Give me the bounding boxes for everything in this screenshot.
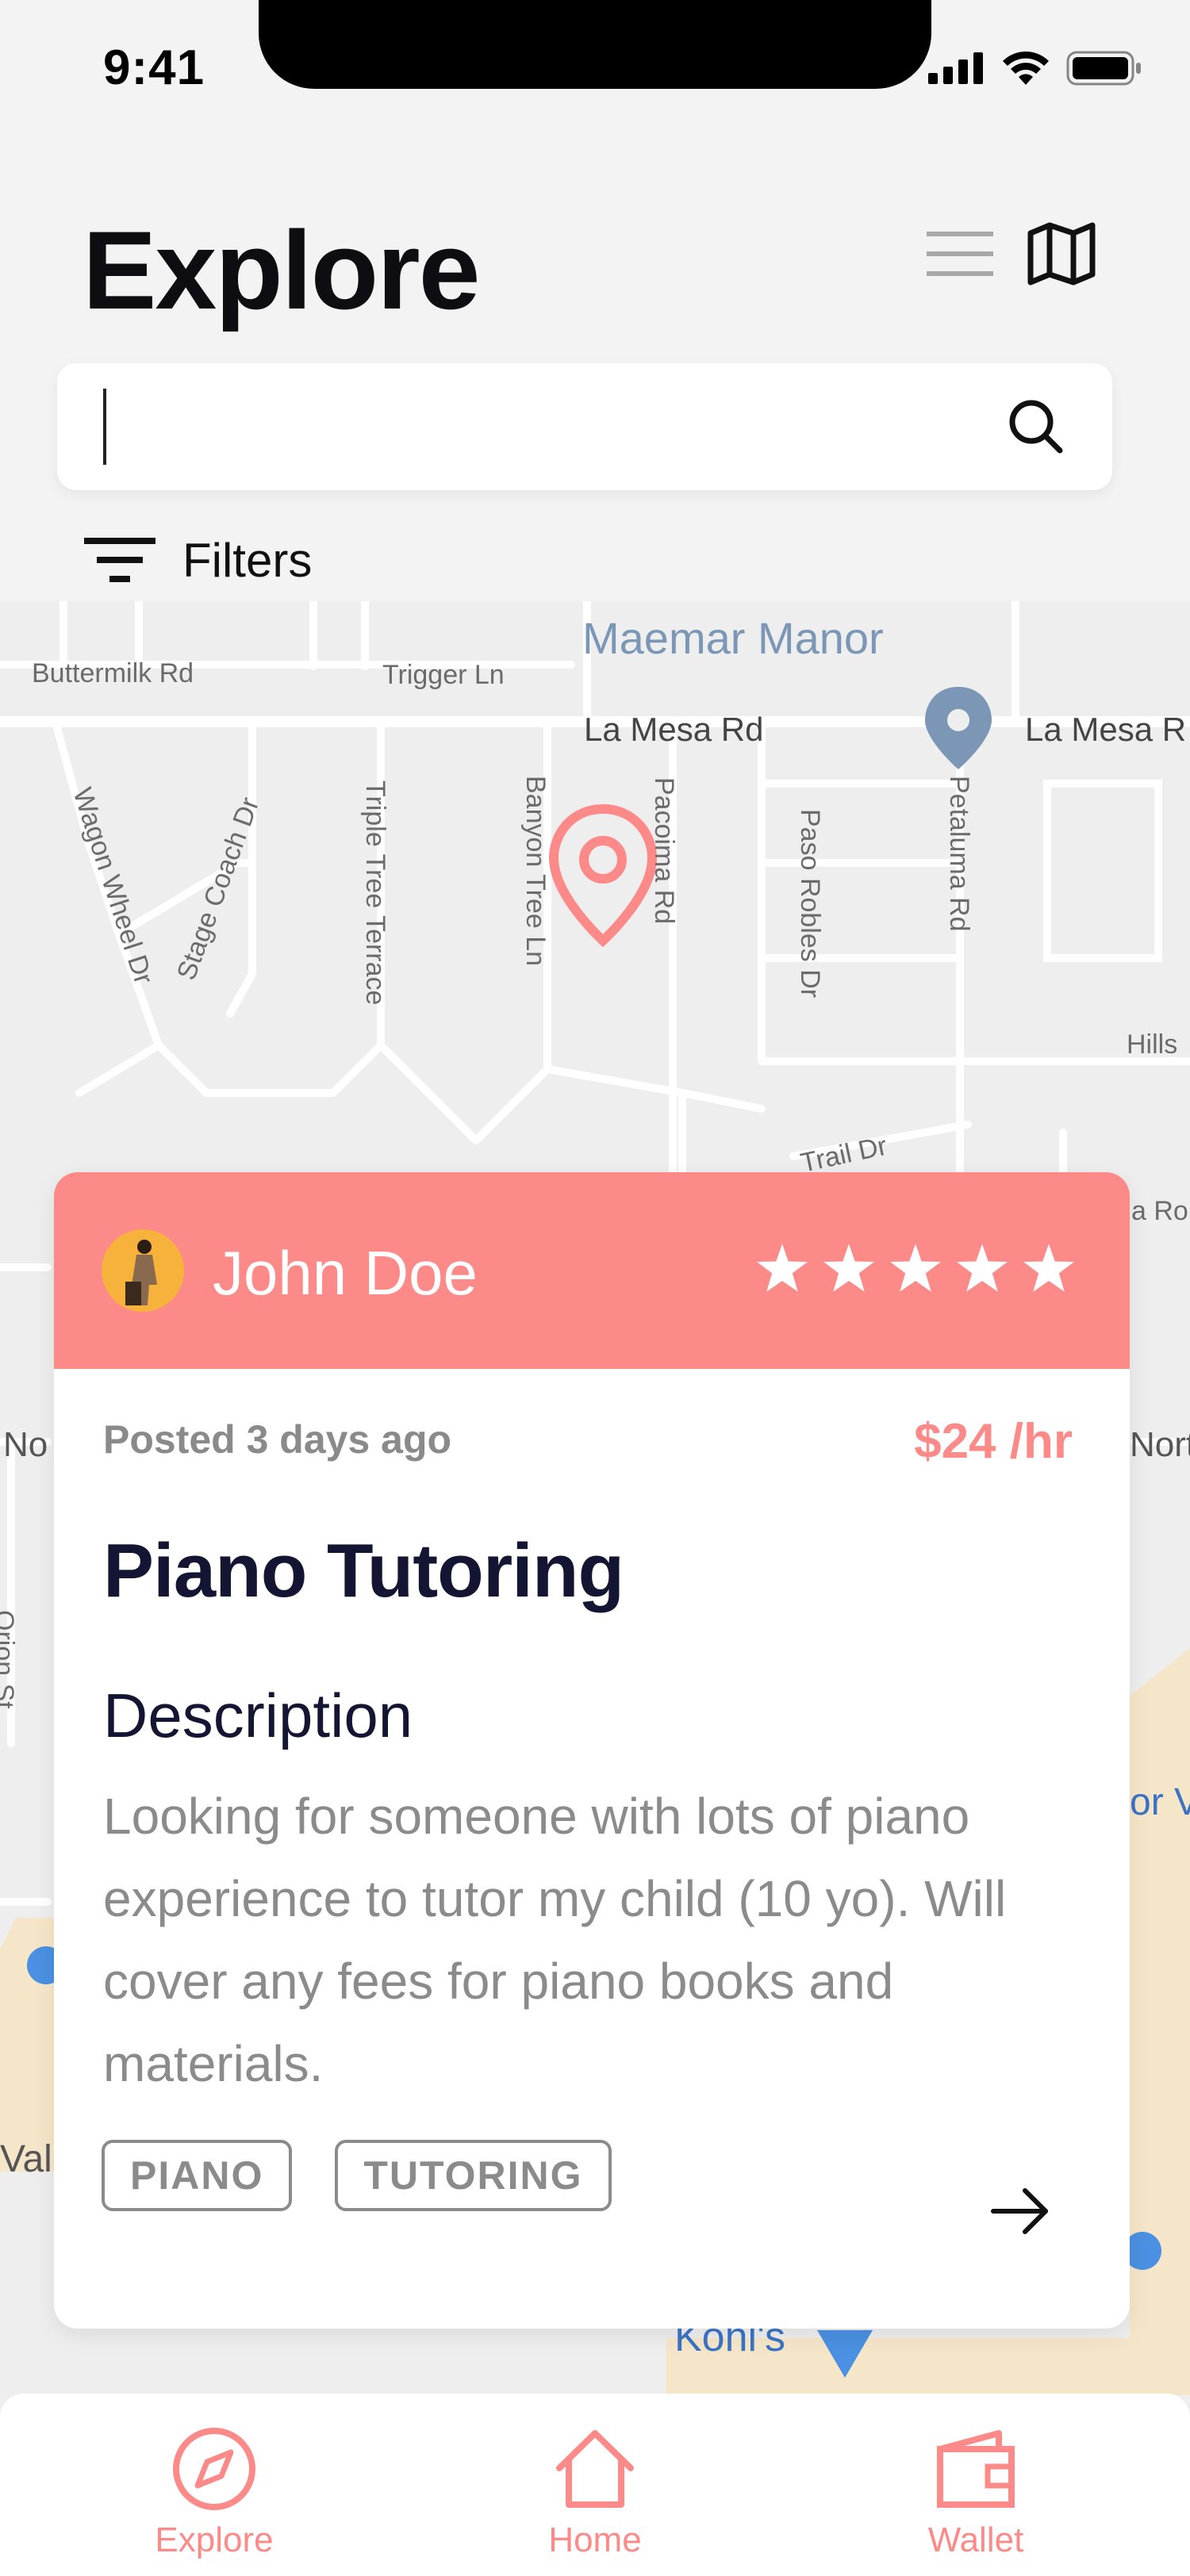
star-icon bbox=[890, 1244, 941, 1292]
posted-time: Posted 3 days ago bbox=[103, 1417, 452, 1462]
map-label: Nort bbox=[1130, 1425, 1190, 1464]
map-label: Trail Dr bbox=[798, 1131, 890, 1179]
map-label: Paso Robles Dr bbox=[795, 809, 825, 998]
list-view-icon[interactable] bbox=[927, 230, 993, 278]
search-bar[interactable] bbox=[57, 363, 1112, 490]
location-pin-icon[interactable] bbox=[548, 803, 658, 948]
star-icon bbox=[823, 1244, 874, 1292]
home-icon bbox=[556, 2430, 634, 2508]
text-cursor bbox=[103, 389, 106, 465]
map-label: Petaluma Rd bbox=[944, 776, 974, 932]
map-label: a Ro bbox=[1131, 1196, 1188, 1226]
filter-icon bbox=[84, 537, 155, 582]
job-card-header: John Doe bbox=[54, 1172, 1130, 1369]
tab-explore[interactable]: Explore bbox=[95, 2425, 333, 2560]
tab-label: Wallet bbox=[927, 2520, 1024, 2559]
signal-icon bbox=[928, 52, 983, 84]
map-label: Hills bbox=[1127, 1029, 1177, 1060]
status-time: 9:41 bbox=[103, 40, 205, 95]
system-icons bbox=[928, 51, 1142, 86]
job-card[interactable]: John Doe Posted 3 days ago $24 /hr Piano… bbox=[54, 1172, 1130, 2329]
filters-label: Filters bbox=[182, 534, 313, 587]
map-label: No bbox=[3, 1425, 48, 1464]
star-icon bbox=[757, 1244, 808, 1292]
tab-home[interactable]: Home bbox=[476, 2425, 714, 2560]
map-label: La Mesa Rd bbox=[584, 711, 763, 748]
rating-stars bbox=[757, 1244, 1074, 1293]
job-title: Piano Tutoring bbox=[103, 1528, 624, 1613]
map-label: Triple Tree Terrace bbox=[360, 780, 390, 1005]
star-icon bbox=[1023, 1244, 1074, 1292]
explore-screen: 9:41 Explore Filters Buttermilk Rd Trigg… bbox=[0, 0, 1190, 2576]
star-icon bbox=[957, 1244, 1008, 1292]
map-view-icon[interactable] bbox=[1027, 222, 1096, 286]
map-label: Trigger Ln bbox=[382, 660, 505, 690]
poster-name: John Doe bbox=[213, 1238, 478, 1308]
description-heading: Description bbox=[103, 1681, 413, 1750]
compass-icon bbox=[173, 2428, 255, 2510]
avatar[interactable] bbox=[102, 1229, 184, 1312]
tab-wallet[interactable]: Wallet bbox=[857, 2425, 1095, 2560]
tab-label: Explore bbox=[155, 2520, 274, 2559]
wallet-icon bbox=[937, 2430, 1015, 2508]
tag-tutoring[interactable]: TUTORING bbox=[335, 2140, 612, 2211]
filters-button[interactable]: Filters bbox=[84, 533, 312, 588]
job-description: Looking for someone with lots of piano e… bbox=[103, 1788, 1007, 2092]
status-bar: 9:41 bbox=[0, 0, 1190, 143]
tag-list: PIANO TUTORING bbox=[102, 2140, 612, 2211]
place-marker-icon[interactable] bbox=[925, 687, 992, 769]
job-price: $24 /hr bbox=[914, 1414, 1073, 1469]
page-title: Explore bbox=[83, 208, 481, 332]
map-label: or V bbox=[1130, 1781, 1190, 1823]
battery-icon bbox=[1066, 51, 1141, 86]
device-notch bbox=[259, 0, 931, 89]
tab-label: Home bbox=[548, 2520, 642, 2559]
map-label: Wagon Wheel Dr bbox=[67, 784, 159, 988]
map-label: Banyon Tree Ln bbox=[520, 776, 551, 966]
explore-header: Explore Filters bbox=[0, 143, 1190, 601]
map-label: La Mesa R bbox=[1025, 711, 1186, 748]
map-label: Orion St bbox=[0, 1610, 19, 1709]
map-label: Maemar Manor bbox=[582, 613, 884, 663]
person-avatar-icon bbox=[125, 1240, 157, 1305]
search-icon[interactable] bbox=[1008, 398, 1065, 455]
arrow-right-icon[interactable] bbox=[990, 2186, 1050, 2237]
tab-bar: Explore Home Wallet bbox=[0, 2394, 1190, 2576]
wifi-icon bbox=[1003, 52, 1049, 85]
tag-piano[interactable]: PIANO bbox=[102, 2140, 293, 2211]
map-label: Buttermilk Rd bbox=[32, 658, 194, 688]
map-label: Pacoima Rd bbox=[649, 777, 679, 924]
